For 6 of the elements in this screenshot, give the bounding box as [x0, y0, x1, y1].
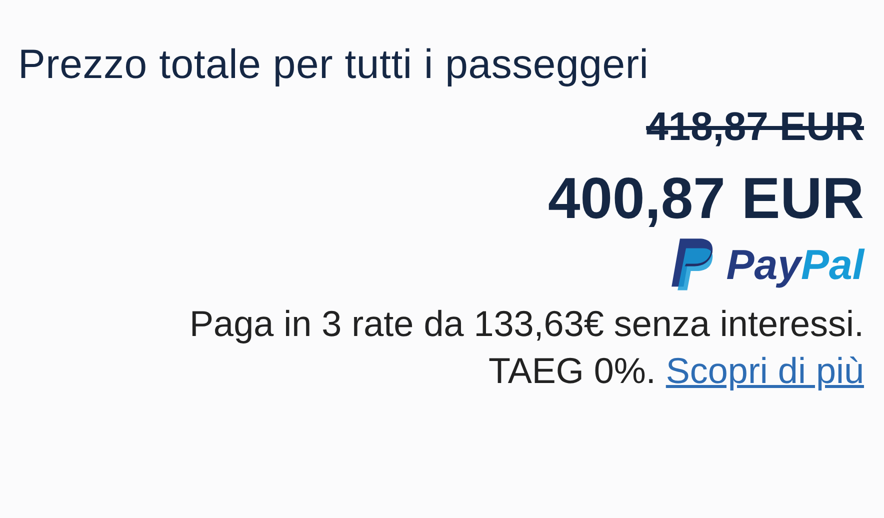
total-price: 400,87 EUR [548, 165, 864, 233]
price-heading: Prezzo totale per tutti i passeggeri [18, 40, 650, 89]
paypal-wordmark: PayPal [726, 241, 864, 289]
installments-text: Paga in 3 rate da 133,63€ senza interessi. TAEG 0%. Scopri di più [188, 302, 864, 393]
original-price: 418,87 EUR [646, 104, 864, 151]
learn-more-link[interactable]: Scopri di più [666, 350, 864, 391]
